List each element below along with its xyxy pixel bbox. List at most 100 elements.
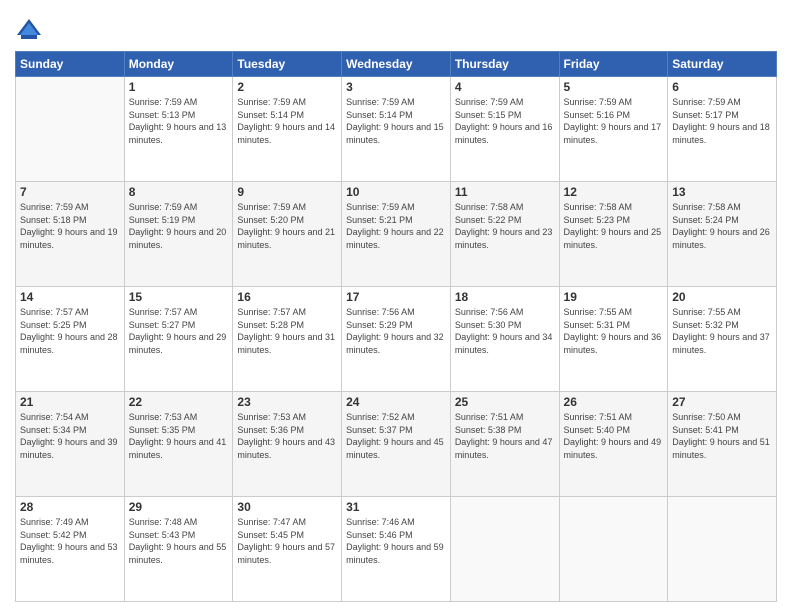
day-number: 4 [455, 80, 555, 94]
calendar-cell [668, 497, 777, 602]
calendar-cell: 21 Sunrise: 7:54 AMSunset: 5:34 PMDaylig… [16, 392, 125, 497]
day-number: 28 [20, 500, 120, 514]
day-info: Sunrise: 7:59 AMSunset: 5:18 PMDaylight:… [20, 202, 118, 250]
calendar-cell: 11 Sunrise: 7:58 AMSunset: 5:22 PMDaylig… [450, 182, 559, 287]
header [15, 15, 777, 43]
column-header-saturday: Saturday [668, 52, 777, 77]
header-row: SundayMondayTuesdayWednesdayThursdayFrid… [16, 52, 777, 77]
calendar-week-1: 1 Sunrise: 7:59 AMSunset: 5:13 PMDayligh… [16, 77, 777, 182]
day-info: Sunrise: 7:57 AMSunset: 5:25 PMDaylight:… [20, 307, 118, 355]
calendar-cell: 5 Sunrise: 7:59 AMSunset: 5:16 PMDayligh… [559, 77, 668, 182]
day-info: Sunrise: 7:50 AMSunset: 5:41 PMDaylight:… [672, 412, 770, 460]
day-number: 31 [346, 500, 446, 514]
calendar-week-2: 7 Sunrise: 7:59 AMSunset: 5:18 PMDayligh… [16, 182, 777, 287]
day-number: 13 [672, 185, 772, 199]
day-number: 27 [672, 395, 772, 409]
calendar-table: SundayMondayTuesdayWednesdayThursdayFrid… [15, 51, 777, 602]
day-number: 7 [20, 185, 120, 199]
page: SundayMondayTuesdayWednesdayThursdayFrid… [0, 0, 792, 612]
day-number: 12 [564, 185, 664, 199]
calendar-cell: 29 Sunrise: 7:48 AMSunset: 5:43 PMDaylig… [124, 497, 233, 602]
calendar-cell: 8 Sunrise: 7:59 AMSunset: 5:19 PMDayligh… [124, 182, 233, 287]
calendar-cell: 7 Sunrise: 7:59 AMSunset: 5:18 PMDayligh… [16, 182, 125, 287]
calendar-cell: 14 Sunrise: 7:57 AMSunset: 5:25 PMDaylig… [16, 287, 125, 392]
calendar-cell: 9 Sunrise: 7:59 AMSunset: 5:20 PMDayligh… [233, 182, 342, 287]
calendar-cell [559, 497, 668, 602]
calendar-cell: 31 Sunrise: 7:46 AMSunset: 5:46 PMDaylig… [342, 497, 451, 602]
calendar-cell: 16 Sunrise: 7:57 AMSunset: 5:28 PMDaylig… [233, 287, 342, 392]
calendar-cell: 19 Sunrise: 7:55 AMSunset: 5:31 PMDaylig… [559, 287, 668, 392]
day-info: Sunrise: 7:47 AMSunset: 5:45 PMDaylight:… [237, 517, 335, 565]
column-header-tuesday: Tuesday [233, 52, 342, 77]
calendar-cell: 1 Sunrise: 7:59 AMSunset: 5:13 PMDayligh… [124, 77, 233, 182]
day-number: 22 [129, 395, 229, 409]
day-number: 24 [346, 395, 446, 409]
day-number: 14 [20, 290, 120, 304]
day-number: 16 [237, 290, 337, 304]
day-info: Sunrise: 7:56 AMSunset: 5:29 PMDaylight:… [346, 307, 444, 355]
day-number: 25 [455, 395, 555, 409]
calendar-cell: 30 Sunrise: 7:47 AMSunset: 5:45 PMDaylig… [233, 497, 342, 602]
day-info: Sunrise: 7:57 AMSunset: 5:28 PMDaylight:… [237, 307, 335, 355]
column-header-sunday: Sunday [16, 52, 125, 77]
day-info: Sunrise: 7:54 AMSunset: 5:34 PMDaylight:… [20, 412, 118, 460]
day-number: 8 [129, 185, 229, 199]
calendar-week-3: 14 Sunrise: 7:57 AMSunset: 5:25 PMDaylig… [16, 287, 777, 392]
day-number: 5 [564, 80, 664, 94]
day-info: Sunrise: 7:52 AMSunset: 5:37 PMDaylight:… [346, 412, 444, 460]
day-number: 30 [237, 500, 337, 514]
day-number: 20 [672, 290, 772, 304]
day-info: Sunrise: 7:59 AMSunset: 5:14 PMDaylight:… [237, 97, 335, 145]
calendar-cell: 26 Sunrise: 7:51 AMSunset: 5:40 PMDaylig… [559, 392, 668, 497]
calendar-cell: 4 Sunrise: 7:59 AMSunset: 5:15 PMDayligh… [450, 77, 559, 182]
day-info: Sunrise: 7:56 AMSunset: 5:30 PMDaylight:… [455, 307, 553, 355]
calendar-week-5: 28 Sunrise: 7:49 AMSunset: 5:42 PMDaylig… [16, 497, 777, 602]
calendar-cell: 20 Sunrise: 7:55 AMSunset: 5:32 PMDaylig… [668, 287, 777, 392]
calendar-cell: 15 Sunrise: 7:57 AMSunset: 5:27 PMDaylig… [124, 287, 233, 392]
calendar-cell: 17 Sunrise: 7:56 AMSunset: 5:29 PMDaylig… [342, 287, 451, 392]
calendar-cell: 10 Sunrise: 7:59 AMSunset: 5:21 PMDaylig… [342, 182, 451, 287]
day-info: Sunrise: 7:58 AMSunset: 5:23 PMDaylight:… [564, 202, 662, 250]
day-info: Sunrise: 7:59 AMSunset: 5:15 PMDaylight:… [455, 97, 553, 145]
day-info: Sunrise: 7:59 AMSunset: 5:14 PMDaylight:… [346, 97, 444, 145]
day-info: Sunrise: 7:55 AMSunset: 5:32 PMDaylight:… [672, 307, 770, 355]
day-info: Sunrise: 7:57 AMSunset: 5:27 PMDaylight:… [129, 307, 227, 355]
day-number: 3 [346, 80, 446, 94]
calendar-cell: 28 Sunrise: 7:49 AMSunset: 5:42 PMDaylig… [16, 497, 125, 602]
calendar-cell: 22 Sunrise: 7:53 AMSunset: 5:35 PMDaylig… [124, 392, 233, 497]
column-header-thursday: Thursday [450, 52, 559, 77]
day-info: Sunrise: 7:59 AMSunset: 5:21 PMDaylight:… [346, 202, 444, 250]
day-number: 21 [20, 395, 120, 409]
day-number: 19 [564, 290, 664, 304]
calendar-cell [16, 77, 125, 182]
logo-icon [15, 15, 43, 43]
day-info: Sunrise: 7:51 AMSunset: 5:38 PMDaylight:… [455, 412, 553, 460]
day-number: 2 [237, 80, 337, 94]
column-header-friday: Friday [559, 52, 668, 77]
calendar-cell: 18 Sunrise: 7:56 AMSunset: 5:30 PMDaylig… [450, 287, 559, 392]
calendar-cell: 2 Sunrise: 7:59 AMSunset: 5:14 PMDayligh… [233, 77, 342, 182]
day-number: 10 [346, 185, 446, 199]
calendar-week-4: 21 Sunrise: 7:54 AMSunset: 5:34 PMDaylig… [16, 392, 777, 497]
day-number: 11 [455, 185, 555, 199]
day-number: 9 [237, 185, 337, 199]
day-info: Sunrise: 7:59 AMSunset: 5:13 PMDaylight:… [129, 97, 227, 145]
day-info: Sunrise: 7:58 AMSunset: 5:22 PMDaylight:… [455, 202, 553, 250]
day-number: 26 [564, 395, 664, 409]
day-info: Sunrise: 7:49 AMSunset: 5:42 PMDaylight:… [20, 517, 118, 565]
day-info: Sunrise: 7:46 AMSunset: 5:46 PMDaylight:… [346, 517, 444, 565]
day-info: Sunrise: 7:48 AMSunset: 5:43 PMDaylight:… [129, 517, 227, 565]
day-number: 29 [129, 500, 229, 514]
day-number: 1 [129, 80, 229, 94]
day-info: Sunrise: 7:59 AMSunset: 5:19 PMDaylight:… [129, 202, 227, 250]
calendar-cell: 27 Sunrise: 7:50 AMSunset: 5:41 PMDaylig… [668, 392, 777, 497]
day-info: Sunrise: 7:59 AMSunset: 5:20 PMDaylight:… [237, 202, 335, 250]
column-header-wednesday: Wednesday [342, 52, 451, 77]
calendar-cell [450, 497, 559, 602]
day-number: 18 [455, 290, 555, 304]
day-number: 23 [237, 395, 337, 409]
calendar-cell: 23 Sunrise: 7:53 AMSunset: 5:36 PMDaylig… [233, 392, 342, 497]
day-info: Sunrise: 7:59 AMSunset: 5:16 PMDaylight:… [564, 97, 662, 145]
logo [15, 15, 47, 43]
calendar-cell: 6 Sunrise: 7:59 AMSunset: 5:17 PMDayligh… [668, 77, 777, 182]
